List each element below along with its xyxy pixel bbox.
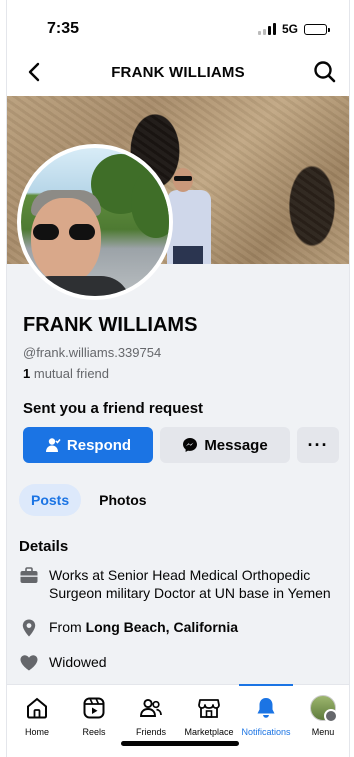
- relationship-text: Widowed: [49, 654, 107, 670]
- bell-icon: [257, 698, 275, 718]
- status-time: 7:35: [47, 20, 80, 37]
- respond-label: Respond: [66, 436, 132, 454]
- heart-icon: [20, 655, 38, 671]
- nav-home-label: Home: [24, 727, 49, 737]
- signal-icon: [257, 23, 276, 35]
- person-check-icon: [45, 438, 61, 452]
- detail-work: Works at Senior Head Medical Orthopedic …: [19, 566, 341, 602]
- battery-icon: [304, 23, 330, 35]
- mutual-label: mutual friend: [33, 366, 110, 381]
- nav-reels-label: Reels: [82, 727, 106, 737]
- search-icon[interactable]: [311, 58, 339, 86]
- message-label: Message: [204, 436, 268, 454]
- friend-request-title: Sent you a friend request: [23, 400, 204, 417]
- nav-marketplace[interactable]: Marketplace: [179, 695, 239, 737]
- profile-tabs: Posts Photos: [19, 484, 159, 516]
- mutual-count: 1: [23, 366, 31, 381]
- messenger-icon: [183, 438, 198, 452]
- nav-home[interactable]: Home: [7, 695, 67, 737]
- nav-marketplace-label: Marketplace: [184, 727, 234, 737]
- network-type: 5G: [281, 22, 298, 36]
- friends-icon: [140, 698, 162, 717]
- nav-notifications[interactable]: Notifications: [236, 695, 296, 737]
- from-place[interactable]: Long Beach, California: [86, 619, 238, 635]
- nav-reels[interactable]: Reels: [64, 695, 124, 737]
- from-prefix: From: [49, 619, 86, 635]
- status-bar: 7:35 5G: [7, 0, 349, 48]
- nav-friends-label: Friends: [135, 727, 166, 737]
- marketplace-icon: [198, 699, 220, 718]
- respond-button[interactable]: Respond: [23, 427, 153, 463]
- phone-screen: 7:35 5G FRANK WILLIAMS FRANK WILLIAMS @f…: [6, 0, 350, 757]
- detail-hometown: From Long Beach, California: [19, 618, 341, 638]
- header-title: FRANK WILLIAMS: [111, 64, 245, 81]
- reels-icon: [83, 697, 105, 719]
- nav-friends[interactable]: Friends: [121, 695, 181, 737]
- more-options-button[interactable]: ···: [297, 427, 339, 463]
- status-indicators: 5G: [257, 22, 330, 36]
- work-text: Works at Senior Head Medical Orthopedic …: [49, 567, 331, 601]
- more-icon: ···: [307, 434, 329, 455]
- nav-menu-label: Menu: [311, 727, 335, 737]
- detail-relationship: Widowed: [19, 653, 341, 673]
- hometown-text: From Long Beach, California: [49, 618, 238, 638]
- profile-handle: @frank.williams.339754: [23, 345, 162, 360]
- home-icon: [27, 697, 47, 719]
- message-button[interactable]: Message: [160, 427, 290, 463]
- tab-photos[interactable]: Photos: [87, 484, 158, 516]
- home-indicator: [121, 741, 239, 746]
- profile-name: FRANK WILLIAMS: [23, 314, 198, 336]
- profile-avatar[interactable]: [17, 144, 173, 300]
- nav-menu[interactable]: Menu: [293, 695, 349, 737]
- mutual-friends[interactable]: 1 mutual friend: [23, 366, 109, 381]
- nav-notifications-label: Notifications: [241, 727, 291, 737]
- details-title: Details: [19, 538, 69, 555]
- tab-posts[interactable]: Posts: [19, 484, 82, 516]
- location-pin-icon: [22, 619, 36, 637]
- bottom-navigation: Home Reels Friends Marketplace Notificat…: [7, 684, 349, 757]
- briefcase-icon: [20, 567, 38, 583]
- active-tab-indicator: [239, 684, 293, 686]
- profile-header: FRANK WILLIAMS: [7, 52, 349, 92]
- menu-avatar: [310, 695, 338, 723]
